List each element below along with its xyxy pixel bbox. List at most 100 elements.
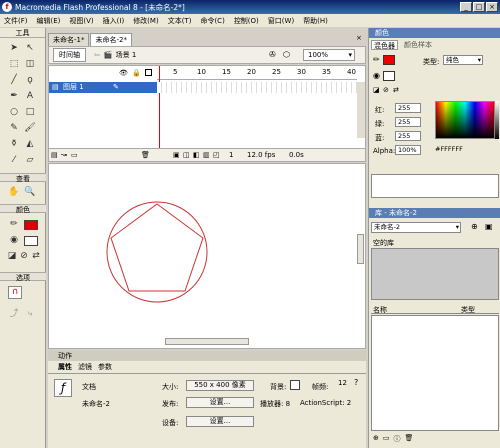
- green-input[interactable]: 255: [395, 117, 421, 127]
- blue-input[interactable]: 255: [395, 131, 421, 141]
- back-arrow-icon[interactable]: ⇦: [94, 51, 100, 59]
- center-frame-icon[interactable]: ▣: [173, 151, 180, 159]
- actions-panel-header[interactable]: 动作: [48, 351, 366, 361]
- new-folder-icon[interactable]: ▭: [383, 434, 390, 446]
- layer-row[interactable]: ▤ 图层 1 ✎: [49, 82, 157, 93]
- menu-commands[interactable]: 命令(C): [200, 16, 224, 26]
- fill-transform-icon[interactable]: ◫: [24, 58, 36, 70]
- rect-tool-icon[interactable]: □: [24, 106, 36, 118]
- mixer-no-color-icon[interactable]: ⊘: [383, 86, 389, 94]
- tab-color-mixer[interactable]: 混色器: [371, 40, 398, 50]
- arrow-tool-icon[interactable]: ➤: [8, 42, 20, 54]
- onion-outline-icon[interactable]: ◧: [193, 151, 200, 159]
- outline-icon[interactable]: [145, 69, 152, 76]
- black-white-icon[interactable]: ◪: [6, 250, 18, 262]
- red-input[interactable]: 255: [395, 103, 421, 113]
- brightness-slider[interactable]: [495, 101, 499, 139]
- pen-tool-icon[interactable]: ✒: [8, 90, 20, 102]
- fill-color-swatch[interactable]: [24, 236, 38, 246]
- frame-cells[interactable]: [157, 82, 357, 93]
- menu-edit[interactable]: 编辑(E): [37, 16, 61, 26]
- tab-color-swatches[interactable]: 颜色样本: [404, 40, 432, 50]
- properties-icon[interactable]: ⓘ: [394, 434, 401, 446]
- library-panel-header[interactable]: 库 - 未命名-2: [369, 208, 500, 218]
- mixer-fill-swatch[interactable]: [383, 71, 395, 81]
- line-tool-icon[interactable]: ╱: [8, 74, 20, 86]
- timeline-scrollbar[interactable]: [357, 82, 365, 138]
- delete-layer-icon[interactable]: 🗑: [141, 151, 150, 159]
- swap-colors-icon[interactable]: ⇄: [30, 250, 42, 262]
- color-panel-header[interactable]: 颜色: [369, 28, 500, 38]
- new-library-icon[interactable]: ▣: [485, 222, 493, 231]
- close-doc-icon[interactable]: ×: [356, 34, 362, 42]
- paint-bucket-icon[interactable]: ◭: [24, 138, 36, 150]
- stage-vscroll-thumb[interactable]: [357, 234, 364, 264]
- smooth-icon[interactable]: ⤴: [8, 308, 20, 320]
- menu-insert[interactable]: 插入(I): [103, 16, 125, 26]
- hex-input[interactable]: #FFFFFF: [435, 145, 481, 155]
- insert-folder-icon[interactable]: ▭: [71, 151, 78, 159]
- device-settings-button[interactable]: 设置...: [186, 416, 254, 427]
- straighten-icon[interactable]: ⤷: [24, 308, 36, 320]
- free-transform-icon[interactable]: ⬚: [8, 58, 20, 70]
- eraser-tool-icon[interactable]: ▱: [24, 154, 36, 166]
- brush-tool-icon[interactable]: 🖌: [24, 122, 36, 134]
- library-doc-select[interactable]: 未命名-2 ▾: [371, 222, 461, 233]
- onion-skin-icon[interactable]: ◫: [183, 151, 190, 159]
- fps-value[interactable]: 12: [338, 379, 347, 387]
- lasso-tool-icon[interactable]: ϙ: [24, 74, 36, 86]
- alpha-input[interactable]: 100%: [395, 145, 421, 155]
- menu-window[interactable]: 窗口(W): [268, 16, 294, 26]
- timeline-toggle-button[interactable]: 时间轴: [53, 48, 86, 62]
- minimize-icon[interactable]: _: [460, 2, 472, 12]
- publish-settings-button[interactable]: 设置...: [186, 397, 254, 408]
- playhead[interactable]: [159, 66, 160, 149]
- menu-help[interactable]: 帮助(H): [303, 16, 328, 26]
- size-button[interactable]: 550 x 400 像素: [186, 380, 254, 391]
- pin-icon[interactable]: ⊕: [471, 222, 478, 231]
- edit-multiple-icon[interactable]: ▥: [203, 151, 210, 159]
- mixer-swap-icon[interactable]: ⇄: [393, 86, 399, 94]
- ink-bottle-icon[interactable]: ⚱: [8, 138, 20, 150]
- menu-modify[interactable]: 修改(M): [133, 16, 159, 26]
- no-color-icon[interactable]: ⊘: [18, 250, 30, 262]
- col-name[interactable]: 名称: [373, 305, 387, 315]
- color-spectrum[interactable]: [435, 101, 495, 139]
- hand-tool-icon[interactable]: ✋: [8, 186, 20, 198]
- motion-guide-icon[interactable]: ↝: [61, 151, 67, 159]
- bg-color-swatch[interactable]: [290, 380, 300, 390]
- close-icon[interactable]: ×: [486, 2, 498, 12]
- help-icon[interactable]: ?: [354, 378, 358, 387]
- mixer-stroke-swatch[interactable]: [383, 55, 395, 65]
- tab-filters[interactable]: 滤镜: [78, 362, 92, 372]
- menu-text[interactable]: 文本(T): [168, 16, 192, 26]
- col-type[interactable]: 类型: [461, 305, 475, 315]
- mixer-black-white-icon[interactable]: ◪: [373, 86, 380, 94]
- oval-tool-icon[interactable]: ○: [8, 106, 20, 118]
- subselect-tool-icon[interactable]: ↖: [24, 42, 36, 54]
- eye-icon[interactable]: 👁: [119, 69, 128, 77]
- doc-tab-1[interactable]: 未命名-1*: [48, 33, 90, 46]
- new-symbol-icon[interactable]: ⊕: [373, 434, 379, 446]
- delete-icon[interactable]: 🗑: [405, 434, 414, 446]
- tab-properties[interactable]: 属性: [58, 362, 72, 372]
- insert-layer-icon[interactable]: ▤: [51, 151, 58, 159]
- onion-markers-icon[interactable]: ◰: [213, 151, 220, 159]
- stage-hscroll-thumb[interactable]: [165, 338, 249, 345]
- stroke-color-swatch[interactable]: [24, 220, 38, 230]
- edit-scene-icon[interactable]: ✇: [269, 50, 276, 59]
- zoom-select[interactable]: 100% ▾: [303, 49, 355, 61]
- edit-symbol-icon[interactable]: ⬡: [283, 50, 290, 59]
- menu-view[interactable]: 视图(V): [69, 16, 93, 26]
- doc-tab-2[interactable]: 未命名-2*: [90, 33, 132, 46]
- zoom-tool-icon[interactable]: 🔍: [24, 186, 36, 198]
- pencil-tool-icon[interactable]: ✎: [8, 122, 20, 134]
- pentagon-shape[interactable]: [110, 203, 204, 292]
- library-list[interactable]: [371, 315, 499, 431]
- snap-magnet-icon[interactable]: ∩: [8, 286, 22, 299]
- circle-shape[interactable]: [106, 201, 208, 303]
- text-tool-icon[interactable]: A: [24, 90, 36, 102]
- type-select[interactable]: 纯色 ▾: [443, 55, 483, 65]
- stage-canvas[interactable]: [48, 163, 366, 349]
- maximize-icon[interactable]: □: [473, 2, 485, 12]
